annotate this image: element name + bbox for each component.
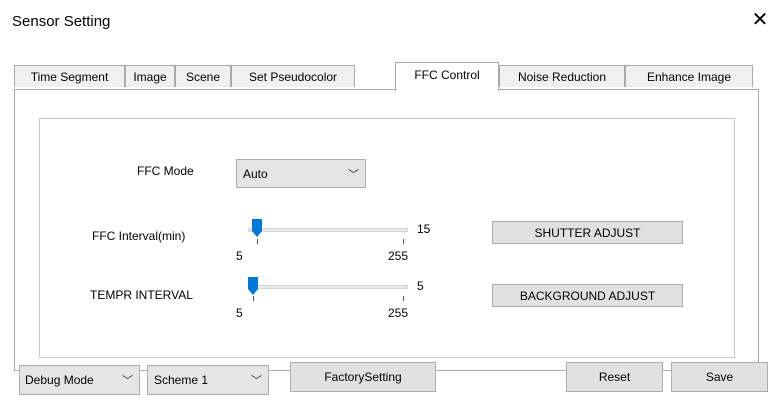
ffc-interval-min: 5 [236,249,243,263]
background-adjust-button[interactable]: BACKGROUND ADJUST [492,284,683,307]
debug-mode-value: Debug Mode [25,373,94,387]
ffc-mode-value: Auto [243,166,268,181]
factory-setting-button[interactable]: FactorySetting [290,362,436,392]
scheme-value: Scheme 1 [154,373,209,387]
reset-label: Reset [598,370,631,384]
tab-strip: Time Segment Image Scene Set Pseudocolor… [14,62,759,91]
save-label: Save [705,370,734,384]
tab-scene[interactable]: Scene [175,65,231,87]
chevron-down-icon: ﹀ [348,168,359,181]
ffc-interval-slider-thumb[interactable] [252,219,262,237]
title-bar: Sensor Setting ✕ [0,0,779,44]
ffc-group-box: FFC Mode Auto ﹀ FFC Interval(min) 5 255 … [39,118,735,358]
tab-panel: FFC Mode Auto ﹀ FFC Interval(min) 5 255 … [14,89,759,371]
tab-noise-reduction[interactable]: Noise Reduction [499,65,625,87]
close-icon[interactable]: ✕ [750,10,770,30]
factory-setting-label: FactorySetting [324,370,402,384]
tempr-interval-label: TEMPR INTERVAL [90,288,193,302]
tab-set-pseudocolor[interactable]: Set Pseudocolor [231,65,355,87]
slider-tick [403,239,404,244]
tab-time-segment[interactable]: Time Segment [14,65,125,87]
shutter-adjust-button[interactable]: SHUTTER ADJUST [492,221,683,244]
chevron-down-icon: ﹀ [122,375,133,387]
ffc-interval-value: 15 [417,222,431,236]
background-adjust-label: BACKGROUND ADJUST [519,288,656,303]
slider-tick [403,296,404,301]
chevron-down-icon: ﹀ [251,375,262,387]
tempr-interval-slider-thumb[interactable] [248,277,258,295]
tab-enhance-image[interactable]: Enhance Image [625,65,753,87]
shutter-adjust-label: SHUTTER ADJUST [534,225,641,240]
ffc-interval-label: FFC Interval(min) [92,229,186,243]
tab-ffc-control[interactable]: FFC Control [395,62,499,91]
tempr-interval-min: 5 [236,306,243,320]
save-button[interactable]: Save [671,362,768,392]
slider-tick [253,296,254,301]
ffc-mode-label: FFC Mode [137,164,194,178]
ffc-mode-select[interactable]: Auto ﹀ [236,159,366,188]
tab-image[interactable]: Image [125,65,175,87]
window-title: Sensor Setting [12,13,111,30]
tempr-interval-value: 5 [417,279,424,293]
bottom-bar: Debug Mode ﹀ Scheme 1 ﹀ FactorySetting R… [0,358,779,406]
ffc-interval-slider-track[interactable] [248,228,408,232]
reset-button[interactable]: Reset [566,362,663,392]
tempr-interval-slider-track[interactable] [248,285,408,289]
ffc-interval-max: 255 [388,249,409,263]
scheme-select[interactable]: Scheme 1 ﹀ [147,365,269,395]
tempr-interval-max: 255 [388,306,409,320]
slider-tick [257,239,258,244]
debug-mode-select[interactable]: Debug Mode ﹀ [19,365,140,395]
